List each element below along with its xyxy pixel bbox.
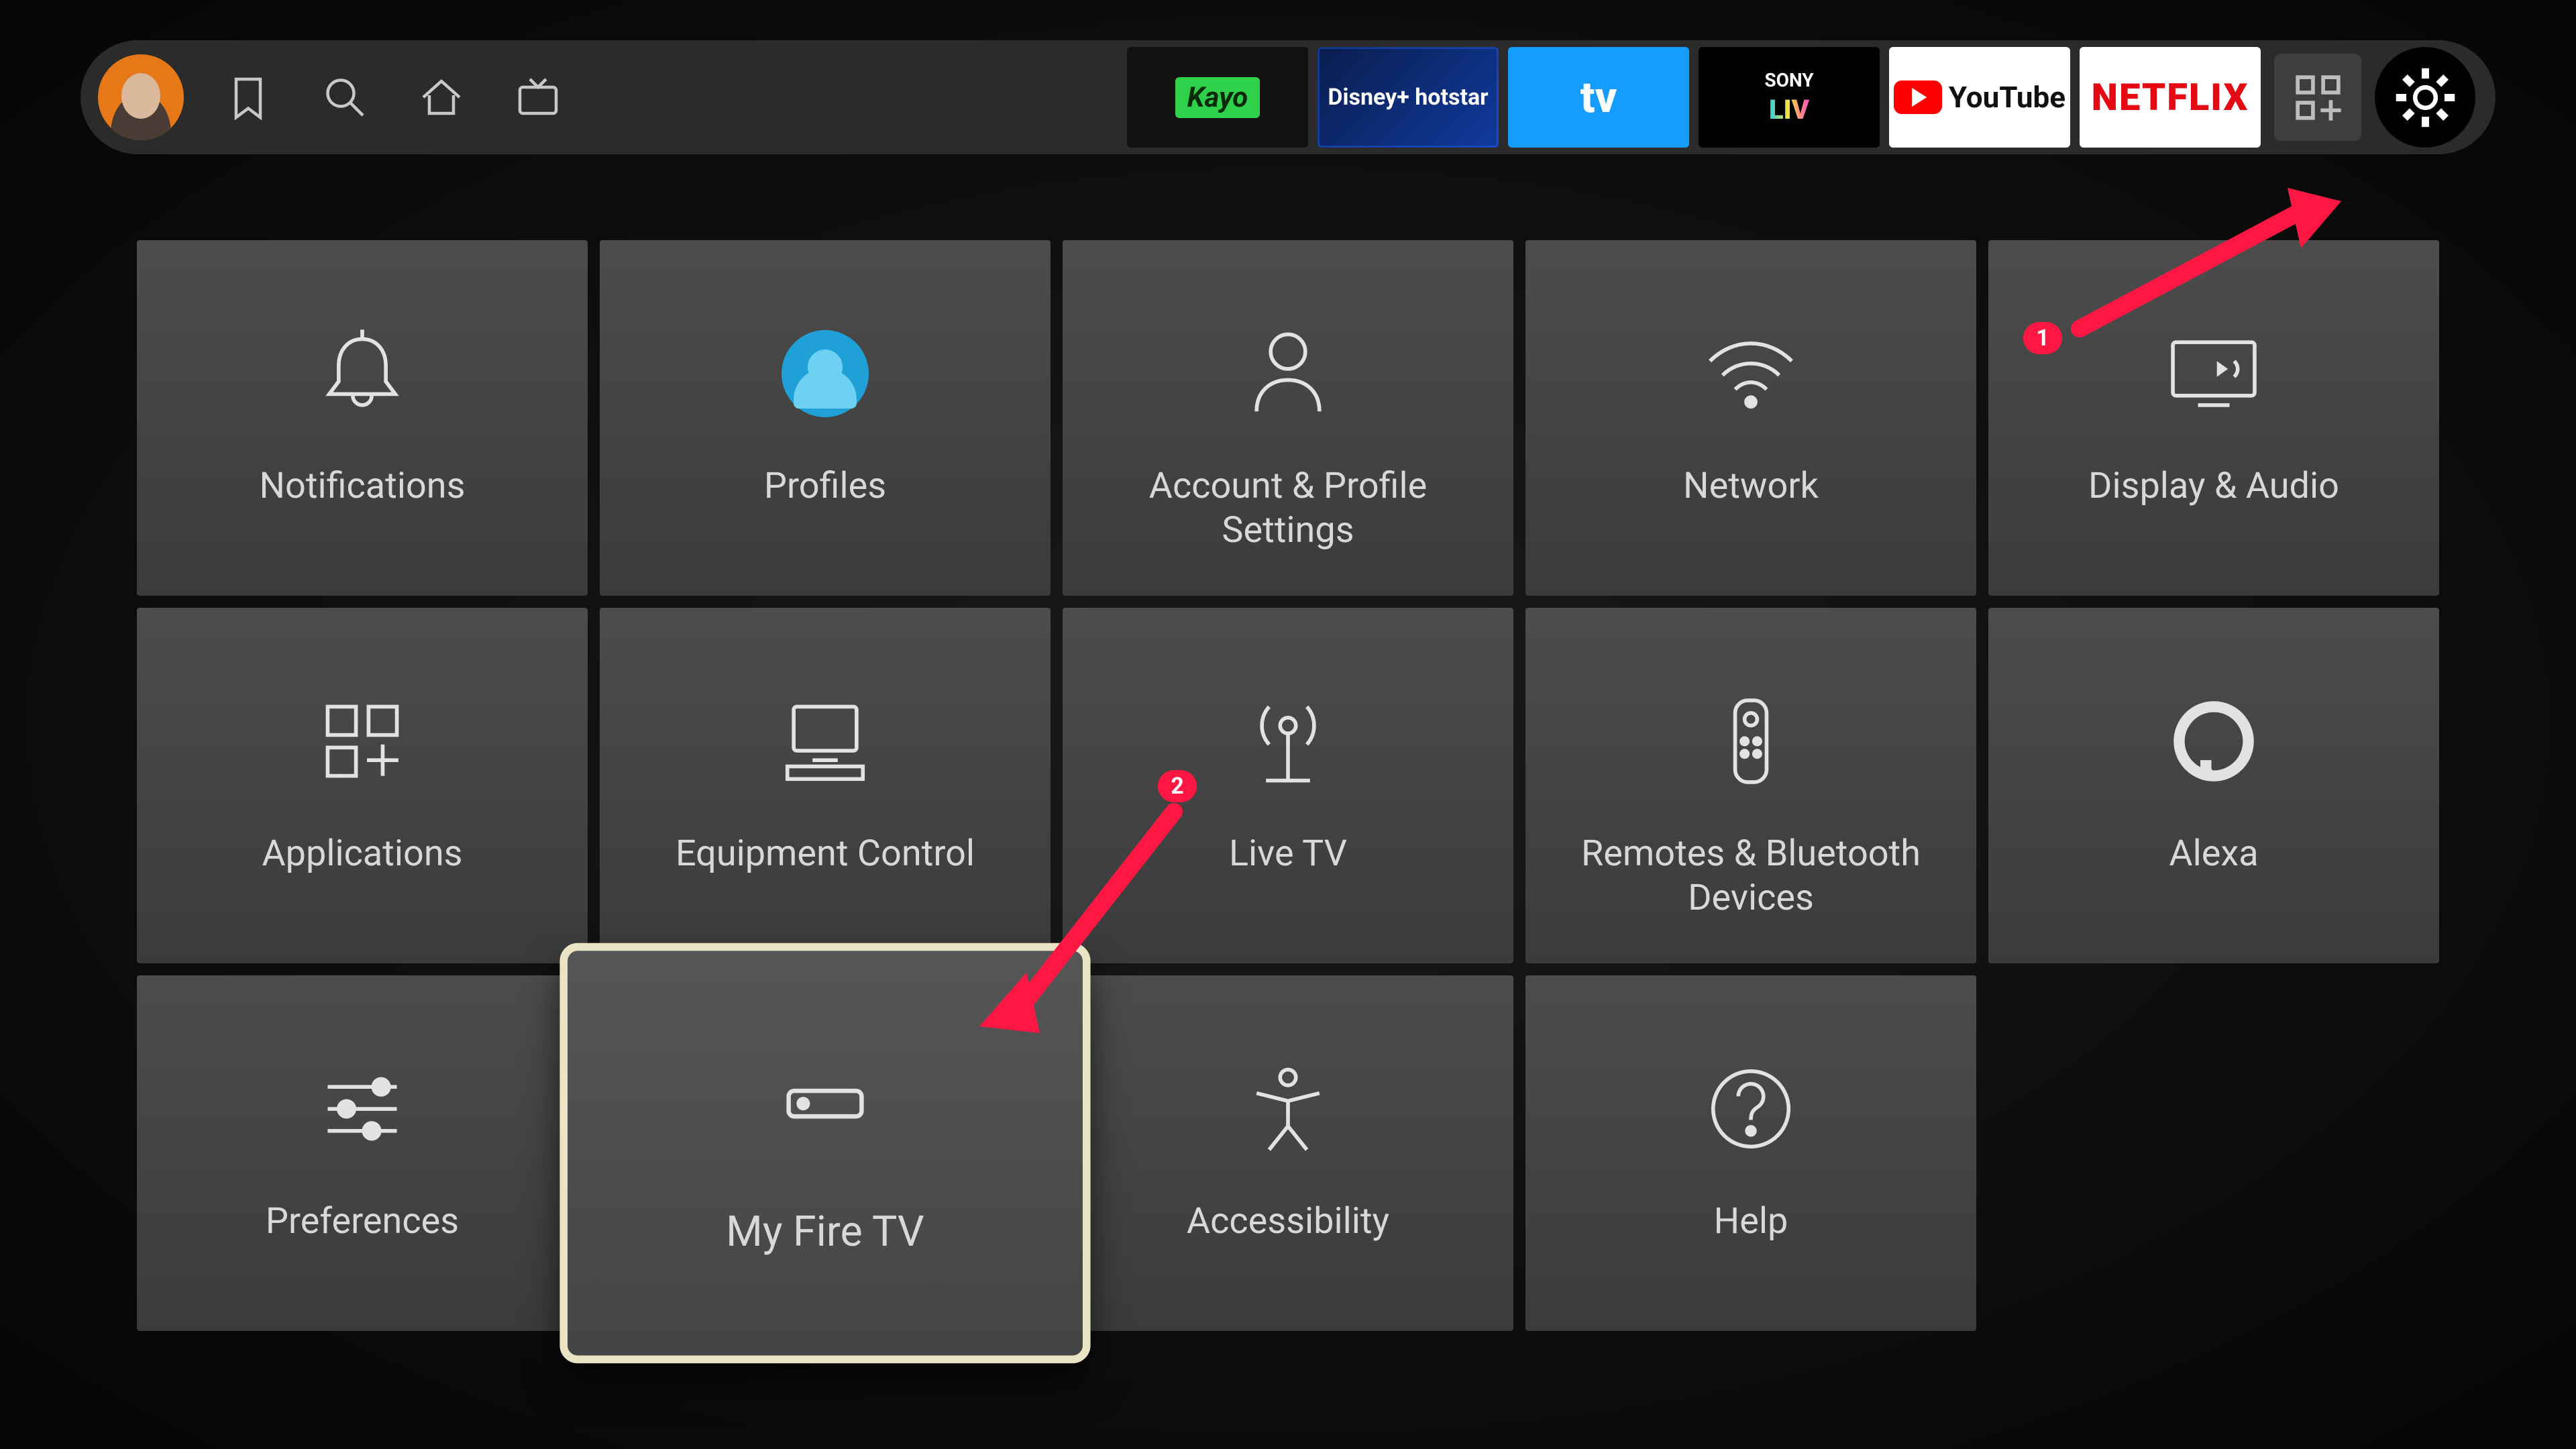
accessibility-icon [1238, 1045, 1338, 1173]
pinned-apps-row: Kayo Disney+ hotstar tv SONY LIV YouTube… [1127, 47, 2261, 148]
youtube-play-icon [1894, 80, 1942, 114]
profile-icon [782, 310, 869, 437]
wifi-icon [1701, 310, 1801, 437]
app-tile-hotstar[interactable]: Disney+ hotstar [1318, 47, 1499, 148]
app-tile-youtube[interactable]: YouTube [1889, 47, 2070, 148]
tile-label: Profiles [623, 464, 1028, 508]
app-label: NETFLIX [2092, 75, 2249, 119]
app-label: Kayo [1175, 77, 1260, 118]
settings-tile-accessibility[interactable]: Accessibility [1063, 975, 1513, 1331]
help-icon [1701, 1045, 1801, 1173]
settings-tile-applications[interactable]: Applications [137, 608, 588, 963]
settings-tile-equipment-control[interactable]: Equipment Control [600, 608, 1051, 963]
app-tile-kayo[interactable]: Kayo [1127, 47, 1308, 148]
tile-label: Remotes & Bluetooth Devices [1548, 832, 1954, 920]
person-icon [1238, 310, 1338, 437]
apps-add-icon [312, 678, 413, 805]
app-label: tv [1580, 72, 1617, 123]
settings-tile-notifications[interactable]: Notifications [137, 240, 588, 596]
nav-icon-group [224, 73, 562, 121]
settings-tile-account[interactable]: Account & Profile Settings [1063, 240, 1513, 596]
tile-label: Help [1548, 1199, 1954, 1244]
tile-label: Alexa [2011, 832, 2417, 876]
settings-tile-network[interactable]: Network [1525, 240, 1976, 596]
settings-tile-live-tv[interactable]: Live TV [1063, 608, 1513, 963]
app-tile-netflix[interactable]: NETFLIX [2080, 47, 2261, 148]
settings-tile-preferences[interactable]: Preferences [137, 975, 588, 1331]
tile-label: Notifications [160, 464, 566, 508]
tile-label: My Fire TV [590, 1207, 1061, 1258]
tile-label: Equipment Control [623, 832, 1028, 876]
profile-avatar[interactable] [98, 54, 184, 140]
tile-label: Network [1548, 464, 1954, 508]
sliders-icon [312, 1045, 413, 1173]
app-label: Disney+ hotstar [1328, 86, 1488, 109]
tile-label: Applications [160, 832, 566, 876]
settings-tile-alexa[interactable]: Alexa [1988, 608, 2439, 963]
live-tv-icon[interactable] [514, 73, 562, 121]
tile-label: Preferences [160, 1199, 566, 1244]
app-tile-tv[interactable]: tv [1508, 47, 1689, 148]
app-label: YouTube [1949, 80, 2065, 115]
app-tile-sonyliv[interactable]: SONY LIV [1699, 47, 1880, 148]
settings-tile-display-audio[interactable]: Display & Audio [1988, 240, 2439, 596]
top-nav-bar: Kayo Disney+ hotstar tv SONY LIV YouTube… [80, 40, 2496, 154]
bell-icon [312, 310, 413, 437]
tile-label: Live TV [1085, 832, 1491, 876]
remote-icon [1701, 678, 1801, 805]
settings-grid: Notifications Profiles Account & Profile… [137, 240, 2439, 1331]
equipment-icon [775, 678, 875, 805]
nav-trailing-group [2274, 47, 2475, 148]
app-label-bottom: LIV [1769, 94, 1809, 125]
tv-audio-icon [2163, 310, 2264, 437]
all-apps-button[interactable] [2274, 54, 2361, 141]
bookmark-icon[interactable] [224, 73, 272, 121]
settings-button[interactable] [2375, 47, 2475, 148]
device-stick-icon [767, 1028, 883, 1175]
alexa-ring-icon [2163, 678, 2264, 805]
tile-label: Accessibility [1085, 1199, 1491, 1244]
antenna-icon [1238, 678, 1338, 805]
home-icon[interactable] [417, 73, 466, 121]
settings-tile-profiles[interactable]: Profiles [600, 240, 1051, 596]
settings-tile-my-fire-tv[interactable]: My Fire TV [564, 947, 1087, 1360]
app-label-top: SONY [1764, 69, 1813, 91]
tile-label: Account & Profile Settings [1085, 464, 1491, 553]
search-icon[interactable] [321, 73, 369, 121]
tile-label: Display & Audio [2011, 464, 2417, 508]
settings-tile-remotes[interactable]: Remotes & Bluetooth Devices [1525, 608, 1976, 963]
settings-tile-help[interactable]: Help [1525, 975, 1976, 1331]
